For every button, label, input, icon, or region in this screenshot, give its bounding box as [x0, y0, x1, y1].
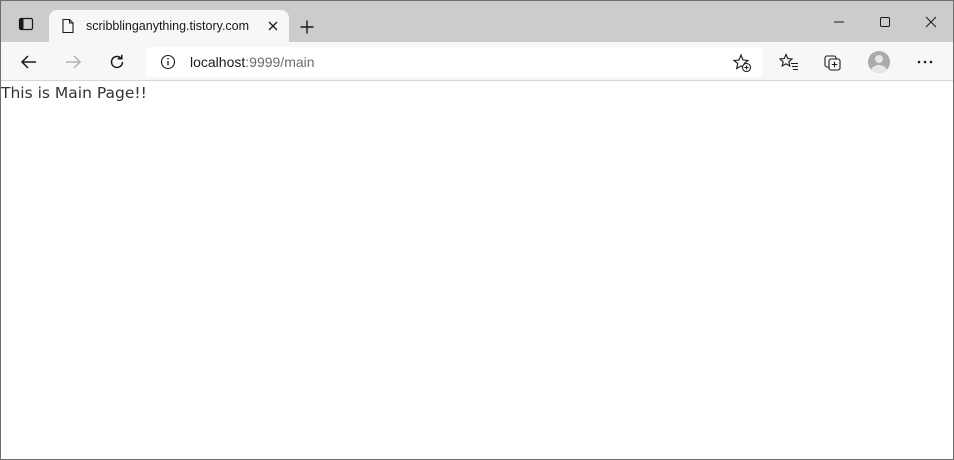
avatar-icon — [868, 51, 890, 73]
browser-window: scribblinganything.tistory.com localhost… — [0, 0, 954, 460]
more-icon — [917, 60, 933, 64]
back-button[interactable] — [13, 46, 45, 78]
url-text[interactable]: localhost:9999/main — [190, 54, 315, 70]
active-tab[interactable]: scribblinganything.tistory.com — [49, 10, 289, 42]
forward-button[interactable] — [57, 46, 89, 78]
arrow-left-icon — [20, 55, 36, 69]
minimize-button[interactable] — [816, 1, 862, 42]
new-tab-button[interactable] — [293, 13, 321, 41]
close-window-button[interactable] — [908, 1, 953, 42]
url-path: :9999/main — [245, 54, 315, 70]
close-icon — [925, 16, 937, 27]
url-host: localhost — [190, 54, 246, 70]
address-bar[interactable]: localhost:9999/main — [146, 47, 762, 77]
collections-icon — [824, 55, 841, 71]
info-icon[interactable] — [159, 53, 177, 71]
favorites-icon — [779, 53, 798, 71]
main-page-text: This is Main Page!! — [1, 84, 147, 102]
tab-close-button[interactable] — [265, 18, 281, 34]
tab-title: scribblinganything.tistory.com — [86, 19, 250, 33]
tab-actions-icon — [18, 16, 34, 37]
toolbar: localhost:9999/main — [1, 42, 953, 81]
tab-actions-button[interactable] — [11, 12, 41, 40]
maximize-button[interactable] — [862, 1, 908, 42]
more-button[interactable] — [909, 46, 941, 78]
page-icon — [60, 18, 76, 34]
plus-icon — [300, 20, 314, 34]
minimize-icon — [834, 21, 844, 22]
close-icon — [268, 21, 278, 31]
refresh-button[interactable] — [101, 46, 133, 78]
maximize-icon — [880, 16, 890, 27]
refresh-icon — [110, 54, 124, 69]
collections-button[interactable] — [817, 46, 849, 78]
add-favorite-button[interactable] — [732, 53, 752, 73]
tab-strip: scribblinganything.tistory.com — [1, 1, 953, 42]
page-content: This is Main Page!! — [1, 81, 953, 459]
profile-button[interactable] — [863, 46, 895, 78]
arrow-right-icon — [66, 55, 82, 69]
favorites-button[interactable] — [773, 46, 805, 78]
star-add-icon — [732, 53, 752, 73]
